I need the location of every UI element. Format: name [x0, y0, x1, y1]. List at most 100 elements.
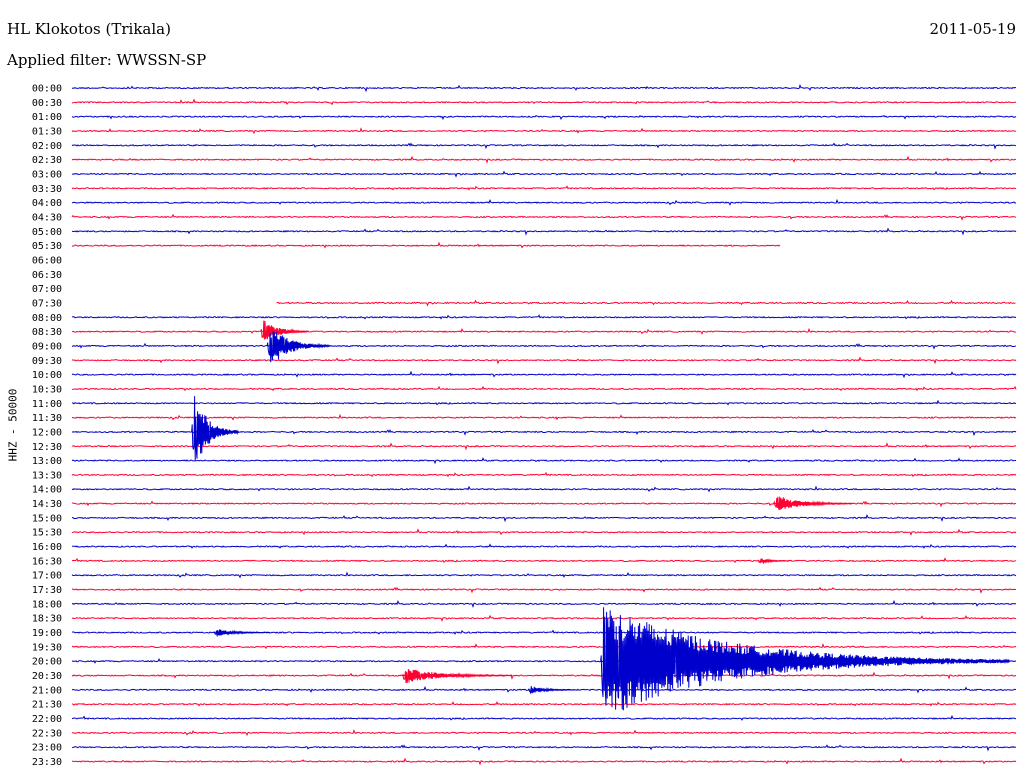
- row-label: 01:00: [32, 112, 62, 123]
- trace-line: [71, 586, 1017, 594]
- row-label: 11:00: [32, 399, 62, 410]
- trace-line: [71, 314, 1017, 320]
- trace-line: [71, 185, 1017, 191]
- row-label: 09:30: [32, 356, 62, 367]
- trace-line: [71, 514, 1017, 523]
- trace-line: [71, 471, 1017, 478]
- trace-line: [71, 155, 1017, 164]
- row-label: 12:00: [32, 427, 62, 438]
- row-label: 13:00: [32, 456, 62, 467]
- trace-line: [71, 227, 1017, 236]
- row-label: 11:30: [32, 413, 62, 424]
- trace-line: [71, 241, 781, 249]
- event-signal: [191, 396, 239, 461]
- row-label: 10:30: [32, 384, 62, 395]
- trace-rows: [71, 84, 1017, 766]
- trace-line: [71, 114, 1017, 121]
- trace-line: [71, 356, 1017, 365]
- event-signal: [213, 629, 271, 637]
- trace-line: [71, 170, 1017, 178]
- row-label: 08:30: [32, 327, 62, 338]
- trace-line: [72, 543, 1017, 549]
- row-label: 00:30: [32, 98, 62, 109]
- row-label: 00:00: [32, 84, 62, 95]
- row-label: 06:00: [32, 255, 62, 266]
- row-label: 18:00: [32, 599, 62, 610]
- event-signal: [401, 668, 513, 684]
- trace-line: [71, 701, 1017, 707]
- row-label: 13:30: [32, 470, 62, 481]
- trace-line: [71, 714, 1017, 721]
- trace-line: [71, 370, 1017, 379]
- row-label: 07:00: [32, 284, 62, 295]
- row-label: 18:30: [32, 614, 62, 625]
- event-signal: [757, 558, 790, 565]
- event-signal: [266, 331, 330, 363]
- row-label: 21:30: [32, 700, 62, 711]
- row-label: 12:30: [32, 442, 62, 453]
- trace-line: [71, 643, 1017, 650]
- row-label: 04:30: [32, 212, 62, 223]
- trace-line: [71, 127, 1017, 135]
- row-label: 17:30: [32, 585, 62, 596]
- trace-line: [71, 198, 1017, 206]
- row-label: 16:30: [32, 556, 62, 567]
- trace-line: [71, 84, 1017, 93]
- trace-line: [71, 757, 1017, 766]
- row-labels: 00:00 00:30 01:00 01:30 02:00 02:30 03:00 03:30…: [32, 84, 62, 769]
- row-label: 03:30: [32, 184, 62, 195]
- event-signal: [260, 320, 308, 340]
- row-label: 19:00: [32, 628, 62, 639]
- trace-line: [71, 744, 1017, 752]
- row-label: 01:30: [32, 126, 62, 137]
- row-label: 22:30: [32, 728, 62, 739]
- helicorder-plot: 00:00 00:30 01:00 01:30 02:00 02:30 03:00 03:30…: [32, 84, 1017, 769]
- trace-line: [71, 457, 1017, 465]
- trace-line: [71, 599, 1017, 609]
- row-label: 07:30: [32, 298, 62, 309]
- row-label: 20:30: [32, 671, 62, 682]
- trace-line: [71, 385, 1017, 392]
- event-signal: [773, 496, 853, 511]
- row-label: 14:30: [32, 499, 62, 510]
- row-label: 09:00: [32, 341, 62, 352]
- row-label: 02:00: [32, 141, 62, 152]
- row-label: 04:00: [32, 198, 62, 209]
- trace-line: [71, 500, 1017, 508]
- row-label: 02:30: [32, 155, 62, 166]
- trace-line: [71, 528, 1017, 536]
- trace-line: [71, 98, 1017, 106]
- trace-line: [71, 442, 1017, 451]
- trace-line: [71, 213, 1017, 221]
- trace-line: [71, 342, 1017, 350]
- row-label: 19:30: [32, 642, 62, 653]
- trace-line: [71, 614, 1017, 622]
- trace-line: [71, 142, 1017, 150]
- row-label: 20:00: [32, 657, 62, 668]
- trace-line: [71, 485, 1017, 493]
- trace-line: [71, 413, 1017, 421]
- trace-line: [71, 327, 1017, 335]
- row-label: 15:30: [32, 528, 62, 539]
- row-label: 08:00: [32, 313, 62, 324]
- trace-line: [276, 299, 1016, 307]
- row-label: 05:30: [32, 241, 62, 252]
- row-label: 16:00: [32, 542, 62, 553]
- trace-line: [71, 671, 1017, 680]
- row-label: 17:00: [32, 571, 62, 582]
- row-label: 23:30: [32, 757, 62, 768]
- trace-line: [71, 571, 1017, 579]
- trace-line: [71, 729, 1017, 736]
- event-signal: [527, 686, 576, 695]
- row-label: 10:00: [32, 370, 62, 381]
- row-label: 15:00: [32, 513, 62, 524]
- trace-line: [71, 557, 1017, 564]
- row-label: 14:00: [32, 485, 62, 496]
- event-signal: [600, 607, 1010, 711]
- row-label: 23:00: [32, 743, 62, 754]
- row-label: 03:00: [32, 169, 62, 180]
- row-label: 05:00: [32, 227, 62, 238]
- row-label: 21:00: [32, 685, 62, 696]
- trace-line: [71, 399, 1017, 406]
- row-label: 22:00: [32, 714, 62, 725]
